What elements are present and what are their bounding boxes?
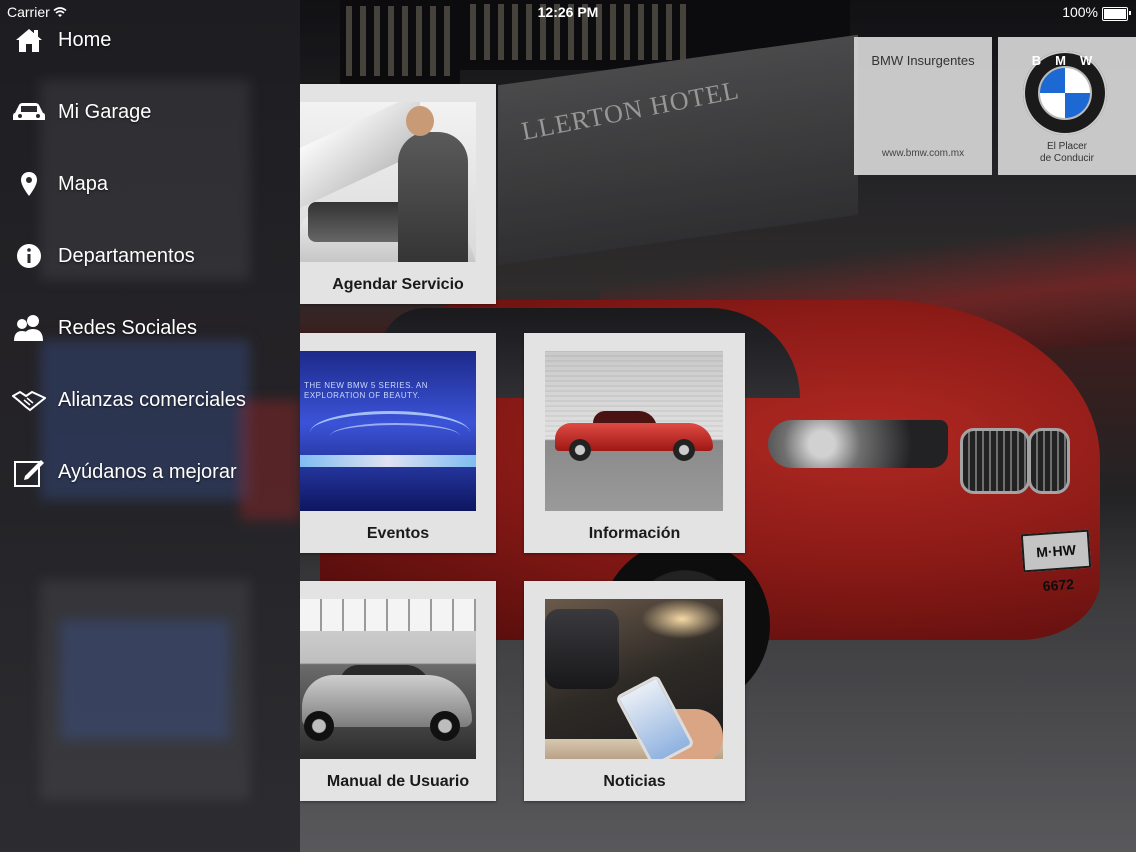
tile-label: Información: [588, 525, 681, 542]
ambient-light: [641, 599, 723, 639]
service-image: [300, 102, 476, 262]
status-bar: Carrier 12:26 PM 100%: [0, 0, 1136, 24]
menu-item-label: Ayúdanos a mejorar: [58, 460, 237, 483]
car-wheel: [430, 711, 460, 741]
menu-item-departamentos[interactable]: Departamentos: [0, 220, 300, 292]
menu-item-label: Alianzas comerciales: [58, 388, 246, 411]
menu-item-label: Mi Garage: [58, 100, 152, 123]
menu-item-redes-sociales[interactable]: Redes Sociales: [0, 292, 300, 364]
edit-icon: [0, 456, 58, 488]
battery-fill: [1104, 9, 1126, 19]
status-time: 12:26 PM: [537, 4, 599, 20]
blurred-tile: [60, 620, 230, 740]
menu-item-ayudanos-a-mejorar[interactable]: Ayúdanos a mejorar: [0, 436, 300, 508]
menu-item-label: Home: [58, 28, 112, 51]
tile-label: Eventos: [366, 525, 430, 542]
events-image: THE NEW BMW 5 SERIES. AN EXPLORATION OF …: [300, 351, 476, 511]
battery-percent: 100%: [1062, 4, 1098, 20]
slogan-line-1: El Placer: [1046, 141, 1087, 152]
info-icon: [0, 243, 58, 269]
tile-eventos[interactable]: THE NEW BMW 5 SERIES. AN EXPLORATION OF …: [300, 333, 496, 553]
tile-noticias[interactable]: Noticias: [524, 581, 745, 801]
technician: [398, 132, 468, 262]
battery-tip: [1129, 11, 1131, 15]
bmw-logo-card[interactable]: BMW El Placer de Conducir: [998, 37, 1136, 175]
home-icon: [0, 27, 58, 53]
menu-item-mapa[interactable]: Mapa: [0, 148, 300, 220]
dealer-url[interactable]: www.bmw.com.mx: [854, 148, 992, 159]
menu-item-label: Departamentos: [58, 244, 195, 267]
menu-item-alianzas-comerciales[interactable]: Alianzas comerciales: [0, 364, 300, 436]
battery-icon: [1102, 7, 1131, 21]
technician-head: [406, 106, 434, 136]
dealer-info-card[interactable]: BMW Insurgentes www.bmw.com.mx: [854, 37, 992, 175]
light-wave: [330, 423, 460, 449]
menu-item-label: Redes Sociales: [58, 316, 197, 339]
car-wheel: [304, 711, 334, 741]
menu-item-label: Mapa: [58, 172, 109, 195]
tile-manual-de-usuario[interactable]: Manual de Usuario: [300, 581, 496, 801]
car-icon: [0, 101, 58, 123]
manual-image: [300, 599, 476, 759]
bmw-logo: BMW: [1023, 51, 1107, 135]
information-image: [545, 351, 723, 511]
bmw-roundel: [1038, 66, 1092, 120]
people-icon: [0, 314, 58, 342]
tile-agendar-servicio[interactable]: Agendar Servicio: [300, 84, 496, 304]
slogan-line-2: de Conducir: [1040, 153, 1094, 164]
dealer-name: BMW Insurgentes: [871, 53, 975, 68]
tile-informacion[interactable]: Información: [524, 333, 745, 553]
tile-label: Noticias: [603, 773, 666, 790]
handshake-icon: [0, 388, 58, 412]
car-wheel: [569, 439, 591, 461]
menu-item-mi-garage[interactable]: Mi Garage: [0, 76, 300, 148]
tile-label: Manual de Usuario: [326, 773, 470, 790]
side-menu: Home Mi Garage Mapa Departamentos Redes …: [0, 4, 300, 508]
tile-label: Agendar Servicio: [332, 276, 464, 293]
news-image: [545, 599, 723, 759]
map-pin-icon: [0, 171, 58, 197]
showroom-windows: [300, 599, 476, 631]
car-wheel: [673, 439, 695, 461]
stage-floor: [300, 455, 476, 467]
slogan: El Placer de Conducir: [998, 141, 1136, 165]
car-front: [545, 609, 619, 689]
event-image-text: THE NEW BMW 5 SERIES. AN EXPLORATION OF …: [304, 381, 429, 400]
